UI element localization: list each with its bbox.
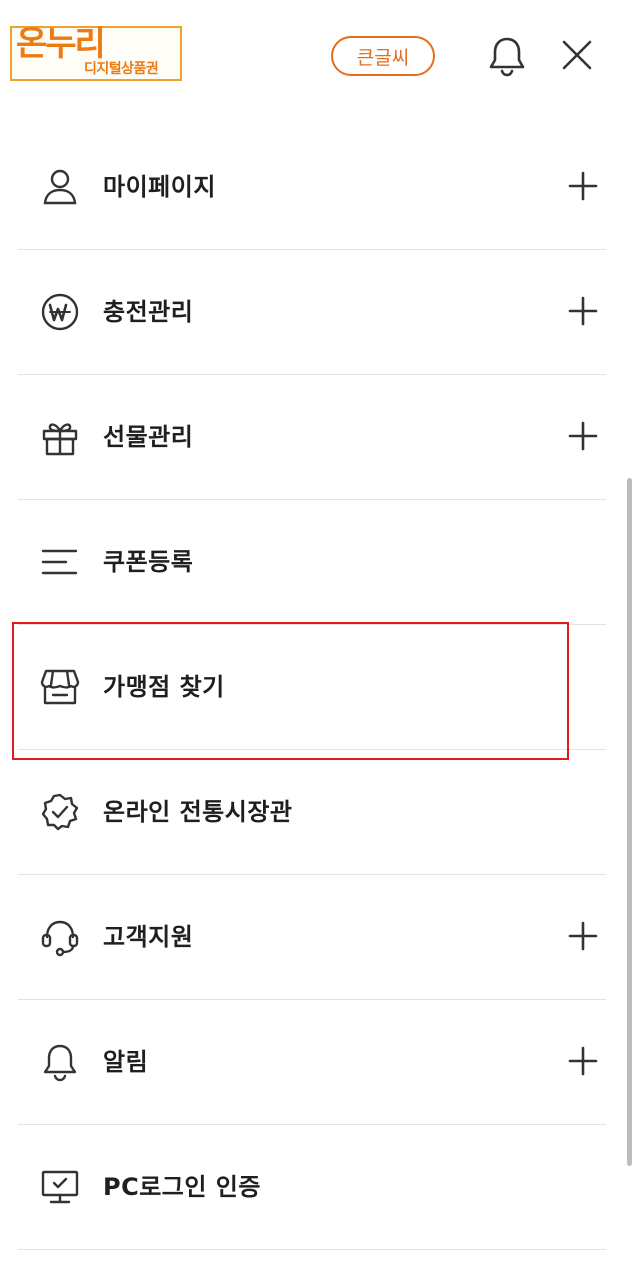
close-icon[interactable] <box>558 36 596 74</box>
menu-item-label: PC로그인 인증 <box>103 1173 261 1201</box>
menu-item-gift-management[interactable]: 선물관리 <box>18 375 606 500</box>
menu-item-online-market[interactable]: 온라인 전통시장관 <box>18 750 606 875</box>
menu-item-label: 마이페이지 <box>103 173 216 201</box>
won-coin-icon <box>40 292 80 332</box>
menu-item-store-finder[interactable]: 가맹점 찾기 <box>18 625 606 750</box>
menu-item-customer-support[interactable]: 고객지원 <box>18 875 606 1000</box>
notification-bell-icon[interactable] <box>486 34 528 78</box>
onnuri-logo[interactable]: 온누리 디지털상품권 <box>10 24 182 81</box>
menu-item-pc-login-auth[interactable]: PC로그인 인증 <box>18 1125 606 1250</box>
menu-item-label: 고객지원 <box>103 923 194 951</box>
menu-item-label: 선물관리 <box>103 423 194 451</box>
expand-plus-icon[interactable] <box>566 1044 600 1078</box>
big-font-button[interactable]: 큰글씨 <box>331 36 435 76</box>
store-icon <box>40 667 80 707</box>
menu-item-label: 온라인 전통시장관 <box>103 798 293 826</box>
expand-plus-icon[interactable] <box>566 294 600 328</box>
menu-item-mypage[interactable]: 마이페이지 <box>18 125 606 250</box>
menu-item-charge-management[interactable]: 충전관리 <box>18 250 606 375</box>
side-menu: 마이페이지 충전관리 선물관리 쿠폰등록 가맹점 찾기 온라인 전통시장관 고객… <box>18 125 606 1250</box>
menu-item-coupon-register[interactable]: 쿠폰등록 <box>18 500 606 625</box>
verified-badge-icon <box>40 792 80 832</box>
top-header: 온누리 디지털상품권 큰글씨 <box>0 0 637 110</box>
headset-icon <box>40 917 80 957</box>
monitor-check-icon <box>40 1167 80 1207</box>
menu-item-label: 가맹점 찾기 <box>103 673 225 701</box>
menu-item-label: 쿠폰등록 <box>103 548 194 576</box>
logo-subtitle: 디지털상품권 <box>84 61 159 77</box>
expand-plus-icon[interactable] <box>566 919 600 953</box>
list-lines-icon <box>40 542 80 582</box>
expand-plus-icon[interactable] <box>566 169 600 203</box>
logo-title: 온누리 <box>16 24 106 64</box>
scrollbar[interactable] <box>627 478 632 1166</box>
bell-icon <box>40 1042 80 1082</box>
user-icon <box>40 167 80 207</box>
expand-plus-icon[interactable] <box>566 419 600 453</box>
menu-item-notifications[interactable]: 알림 <box>18 1000 606 1125</box>
gift-icon <box>40 417 80 457</box>
menu-item-label: 알림 <box>103 1048 149 1076</box>
menu-item-label: 충전관리 <box>103 298 194 326</box>
